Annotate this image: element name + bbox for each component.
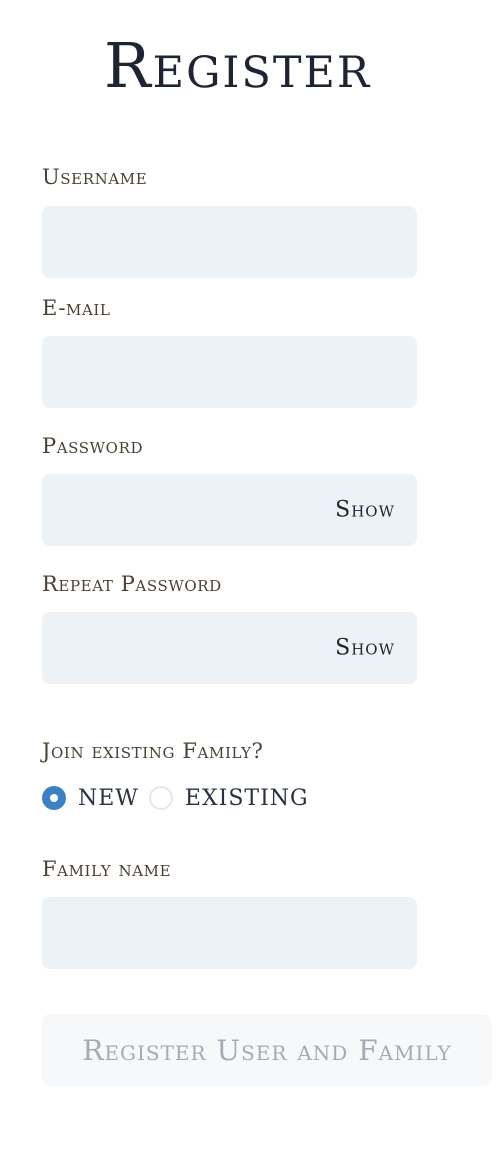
family-name-label: Family name <box>42 857 172 881</box>
page-title: Register <box>104 29 372 102</box>
password-field-container: Show <box>42 474 417 546</box>
password-show-button[interactable]: Show <box>335 498 395 523</box>
family-name-field-container <box>42 897 417 969</box>
repeat-password-label: Repeat Password <box>42 572 222 596</box>
new-family-radio-label[interactable]: NEW <box>78 786 139 811</box>
family-name-input[interactable] <box>42 897 417 969</box>
repeat-password-show-button[interactable]: Show <box>335 636 395 661</box>
email-input[interactable] <box>42 336 417 408</box>
username-field-container <box>42 206 417 278</box>
new-family-radio[interactable] <box>42 786 66 810</box>
password-label: Password <box>42 434 144 458</box>
username-label: Username <box>42 165 148 189</box>
existing-family-radio[interactable] <box>148 786 173 810</box>
family-choice-radio-group: NEW EXISTING <box>42 785 309 811</box>
register-submit-button[interactable]: Register User and Family <box>42 1014 492 1086</box>
email-label: E-mail <box>42 296 111 320</box>
register-page: Register Username E-mail Password Show R… <box>0 0 502 1167</box>
email-field-container <box>42 336 417 408</box>
username-input[interactable] <box>42 206 417 278</box>
repeat-password-field-container: Show <box>42 612 417 684</box>
existing-family-radio-label[interactable]: EXISTING <box>185 786 309 811</box>
family-choice-question: Join existing Family? <box>42 739 264 763</box>
